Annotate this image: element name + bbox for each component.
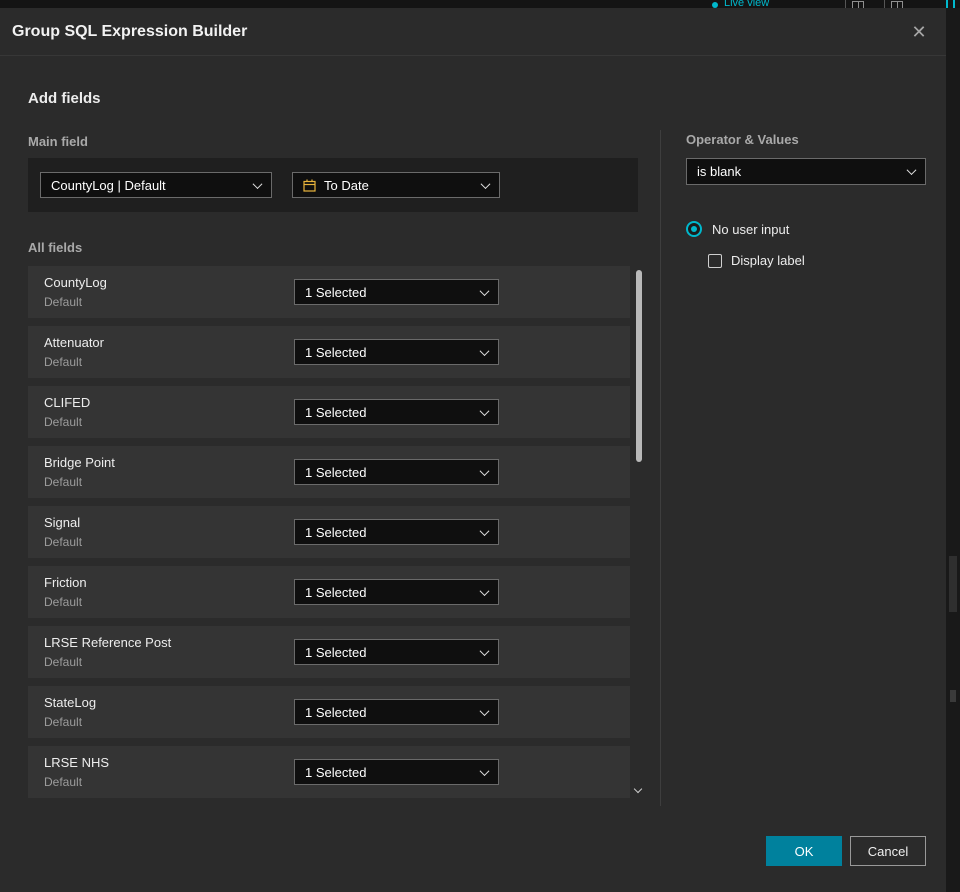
field-row: CountyLog Default 1 Selected [28, 266, 630, 318]
field-values-select[interactable]: 1 Selected [294, 639, 499, 665]
field-name: Signal [44, 515, 81, 530]
close-icon[interactable]: ✕ [906, 8, 932, 56]
field-values-select[interactable]: 1 Selected [294, 579, 499, 605]
checkbox-label: Display label [731, 253, 805, 268]
checkbox-unchecked-icon [708, 253, 722, 268]
main-field-select[interactable]: CountyLog | Default [40, 172, 272, 198]
field-sub: Default [44, 775, 83, 789]
field-sub: Default [44, 295, 83, 309]
live-view-label: Live view [724, 0, 770, 8]
add-fields-heading: Add fields [28, 90, 101, 107]
field-row: Attenuator Default 1 Selected [28, 326, 630, 378]
operator-values-label: Operator & Values [686, 132, 799, 147]
field-values-select[interactable]: 1 Selected [294, 339, 499, 365]
app-right-strip [946, 8, 960, 892]
chevron-down-icon [479, 765, 490, 776]
field-sub: Default [44, 535, 83, 549]
chevron-down-icon [906, 165, 917, 176]
row-select-label: 1 Selected [305, 764, 367, 780]
display-label-checkbox[interactable]: Display label [708, 253, 805, 268]
field-name: LRSE NHS [44, 755, 110, 770]
scrollbar-thumb[interactable] [636, 270, 642, 462]
row-select-label: 1 Selected [305, 464, 367, 480]
field-name: CountyLog [44, 275, 107, 290]
field-row: Bridge Point Default 1 Selected [28, 446, 630, 498]
page-scroll-mark [950, 690, 956, 702]
field-row: CLIFED Default 1 Selected [28, 386, 630, 438]
field-row: StateLog Default 1 Selected [28, 686, 630, 738]
field-name: Friction [44, 575, 87, 590]
radio-selected-icon [686, 221, 702, 237]
chevron-down-icon [479, 465, 490, 476]
field-values-select[interactable]: 1 Selected [294, 459, 499, 485]
radio-label: No user input [712, 221, 790, 237]
chevron-down-icon [479, 705, 490, 716]
chevron-down-icon [479, 645, 490, 656]
chevron-down-icon [252, 178, 263, 189]
dialog-title: Group SQL Expression Builder [12, 23, 248, 40]
row-select-label: 1 Selected [305, 524, 367, 540]
toolbar-divider [884, 0, 885, 8]
toolbar-divider [845, 0, 846, 8]
field-sub: Default [44, 715, 83, 729]
field-row: LRSE NHS Default 1 Selected [28, 746, 630, 798]
chevron-down-icon [479, 405, 490, 416]
chevron-down-icon [480, 178, 491, 189]
sql-expression-builder-dialog: Group SQL Expression Builder ✕ Add field… [0, 8, 946, 892]
field-values-select[interactable]: 1 Selected [294, 399, 499, 425]
operator-select-value: is blank [697, 164, 742, 179]
page-scrollbar-thumb[interactable] [949, 556, 957, 612]
main-field-select-value: CountyLog | Default [51, 177, 166, 193]
chevron-down-icon [479, 345, 490, 356]
ok-button[interactable]: OK [766, 836, 842, 866]
operator-select[interactable]: is blank [686, 158, 926, 185]
field-name: LRSE Reference Post [44, 635, 172, 650]
field-row: Signal Default 1 Selected [28, 506, 630, 558]
toolbar-accent-icon [953, 0, 955, 8]
app-top-strip: Live view [0, 0, 960, 8]
chevron-down-icon [479, 285, 490, 296]
field-row: Friction Default 1 Selected [28, 566, 630, 618]
column-divider [660, 130, 661, 806]
row-select-label: 1 Selected [305, 704, 367, 720]
row-select-label: 1 Selected [305, 284, 367, 300]
field-row: LRSE Reference Post Default 1 Selected [28, 626, 630, 678]
row-select-label: 1 Selected [305, 644, 367, 660]
field-sub: Default [44, 415, 83, 429]
field-name: Attenuator [44, 335, 104, 350]
chevron-down-icon [479, 585, 490, 596]
cancel-button[interactable]: Cancel [850, 836, 926, 866]
row-select-label: 1 Selected [305, 404, 367, 420]
scroll-down-icon[interactable] [634, 786, 642, 794]
row-select-label: 1 Selected [305, 584, 367, 600]
field-sub: Default [44, 655, 83, 669]
field-name: Bridge Point [44, 455, 115, 470]
field-sub: Default [44, 475, 83, 489]
field-values-select[interactable]: 1 Selected [294, 279, 499, 305]
all-fields-list: CountyLog Default 1 Selected Attenuator … [28, 266, 630, 806]
field-values-select[interactable]: 1 Selected [294, 519, 499, 545]
field-name: CLIFED [44, 395, 91, 410]
row-select-label: 1 Selected [305, 344, 367, 360]
field-sub: Default [44, 595, 83, 609]
field-values-select[interactable]: 1 Selected [294, 699, 499, 725]
date-field-select-value: To Date [324, 177, 369, 193]
toolbar-accent-icon [946, 0, 948, 8]
layout-columns-icon [852, 1, 864, 8]
no-user-input-radio[interactable]: No user input [686, 221, 789, 237]
calendar-icon [303, 179, 316, 192]
field-values-select[interactable]: 1 Selected [294, 759, 499, 785]
list-scrollbar[interactable] [636, 268, 642, 798]
field-name: StateLog [44, 695, 97, 710]
date-field-select[interactable]: To Date [292, 172, 500, 198]
main-field-label: Main field [28, 134, 88, 149]
main-field-box: CountyLog | Default To Date [28, 158, 638, 212]
layout-columns-icon [891, 1, 903, 8]
field-sub: Default [44, 355, 83, 369]
all-fields-label: All fields [28, 240, 83, 255]
chevron-down-icon [479, 525, 490, 536]
dialog-header: Group SQL Expression Builder ✕ [0, 8, 946, 56]
